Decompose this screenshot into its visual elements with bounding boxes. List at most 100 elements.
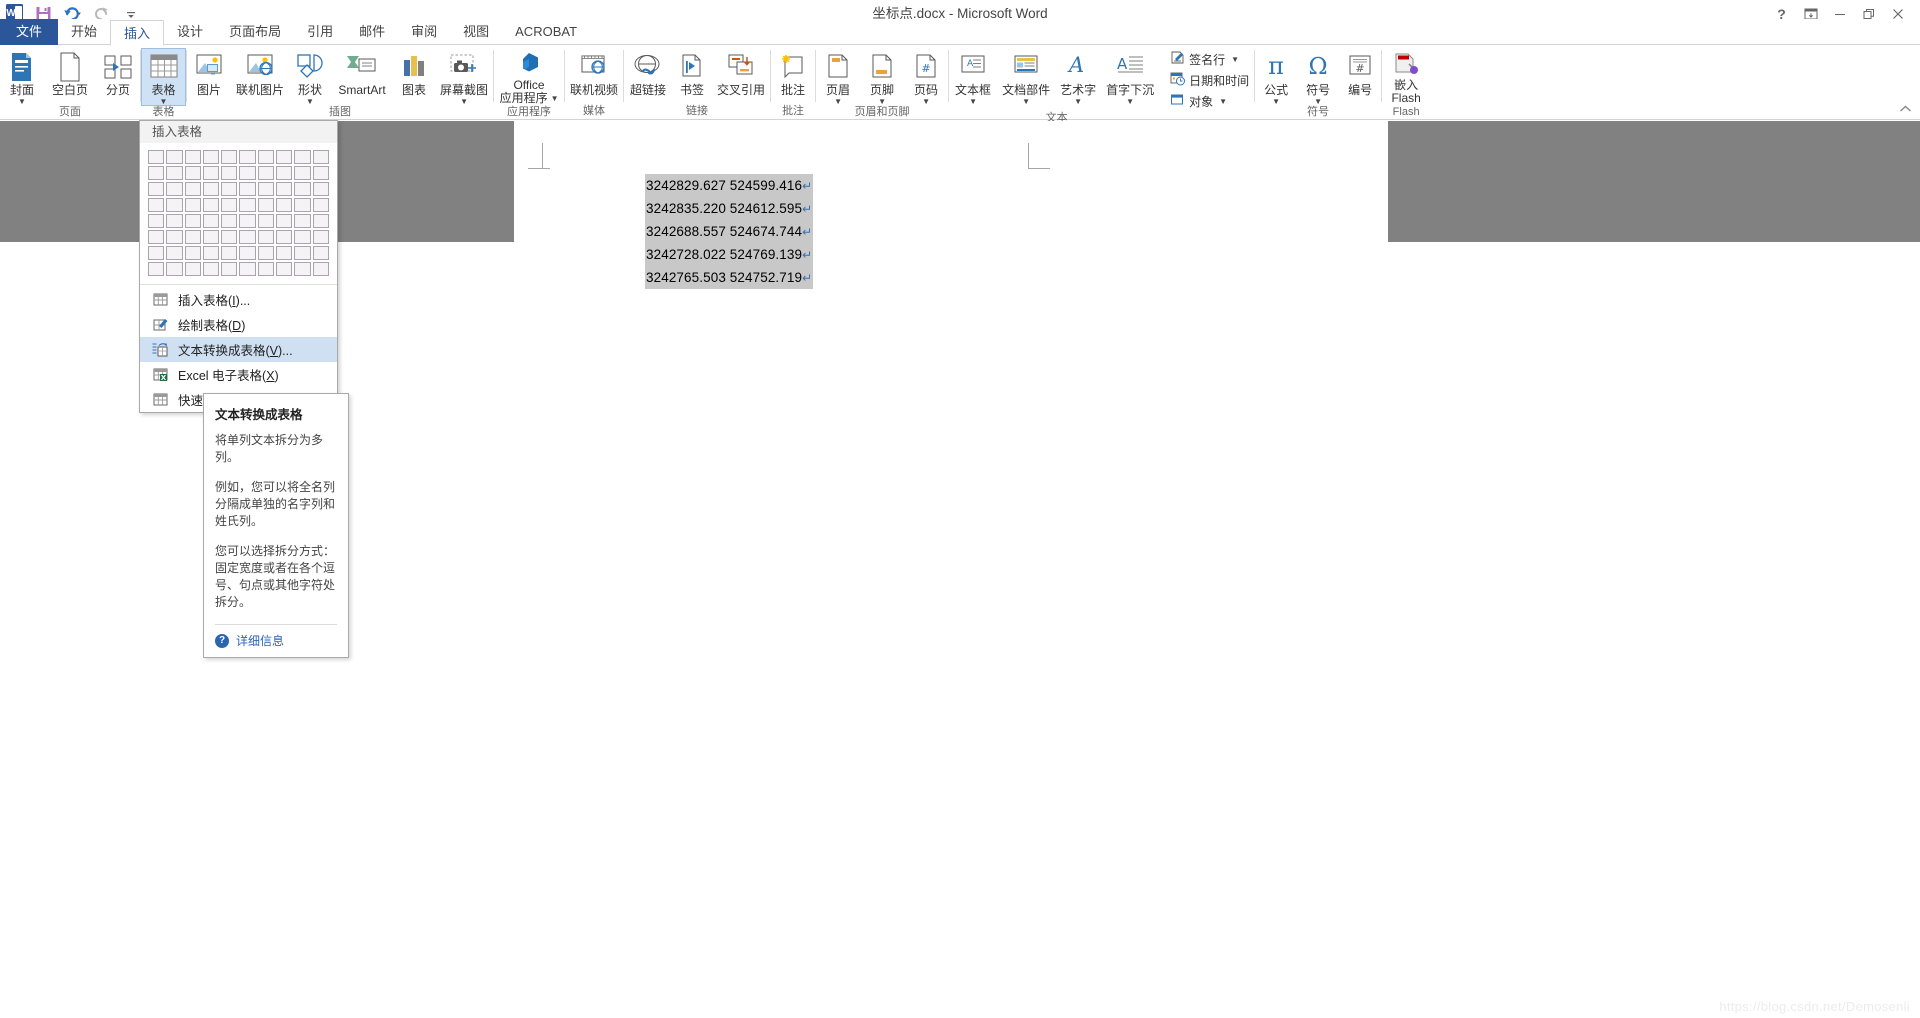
ribbon-tab-4[interactable]: 页面布局 <box>216 19 294 45</box>
table-grid-cell[interactable] <box>239 166 256 180</box>
table-size-grid-wrapper[interactable] <box>140 143 337 282</box>
chart-button[interactable]: 图表 <box>393 48 435 98</box>
table-grid-cell[interactable] <box>166 166 183 180</box>
online-pictures-button[interactable]: 联机图片 <box>231 48 289 98</box>
object-button[interactable]: 对象 ▼ <box>1165 91 1254 112</box>
chevron-down-icon[interactable]: ▼ <box>1074 98 1082 106</box>
table-grid-cell[interactable] <box>202 230 220 244</box>
header-button[interactable]: 页眉 ▼ <box>816 48 860 106</box>
chevron-down-icon[interactable]: ▼ <box>306 98 314 106</box>
table-menu-item-2[interactable]: 文本转换成表格(V)... <box>140 337 337 362</box>
table-grid-cell[interactable] <box>312 262 329 276</box>
cover-page-button[interactable]: 封面 ▼ <box>0 48 44 106</box>
table-grid-cell[interactable] <box>221 182 238 196</box>
table-grid-cell[interactable] <box>166 214 183 228</box>
document-text-selection[interactable]: 3242829.627 524599.416↵ 3242835.220 52461… <box>645 174 814 289</box>
ribbon-tab-6[interactable]: 邮件 <box>346 19 398 45</box>
table-grid-cell[interactable] <box>202 246 220 260</box>
table-grid-cell[interactable] <box>221 230 238 244</box>
table-grid-cell[interactable] <box>221 262 238 276</box>
pictures-button[interactable]: 图片 <box>187 48 231 98</box>
office-apps-button[interactable]: Office 应用程序 ▼ <box>494 48 564 106</box>
ribbon-tab-8[interactable]: 视图 <box>450 19 502 45</box>
table-button[interactable]: 表格 ▼ <box>141 48 186 106</box>
document-line-0[interactable]: 3242829.627 524599.416↵ <box>645 174 814 197</box>
embed-flash-button[interactable]: 嵌入 Flash <box>1382 48 1430 106</box>
chevron-down-icon[interactable]: ▼ <box>551 95 559 103</box>
footer-button[interactable]: 页脚 ▼ <box>860 48 904 106</box>
table-menu-item-0[interactable]: 插入表格(I)... <box>140 287 337 312</box>
table-grid-cell[interactable] <box>166 150 183 164</box>
document-line-3[interactable]: 3242728.022 524769.139↵ <box>645 243 814 266</box>
table-grid-cell[interactable] <box>312 214 329 228</box>
table-grid-cell[interactable] <box>184 198 201 212</box>
table-grid-cell[interactable] <box>312 246 329 260</box>
table-grid-cell[interactable] <box>294 246 311 260</box>
ribbon-tab-9[interactable]: ACROBAT <box>502 19 590 45</box>
table-grid-cell[interactable] <box>239 198 256 212</box>
table-grid-cell[interactable] <box>312 182 329 196</box>
equation-button[interactable]: π 公式 ▼ <box>1255 48 1297 106</box>
tooltip-more-info-link[interactable]: ? 详细信息 <box>215 632 337 649</box>
table-grid-cell[interactable] <box>294 166 311 180</box>
table-grid-cell[interactable] <box>257 166 275 180</box>
table-size-grid[interactable] <box>148 150 329 276</box>
number-button[interactable]: # 编号 <box>1339 48 1381 98</box>
table-grid-cell[interactable] <box>312 166 329 180</box>
page-number-button[interactable]: # 页码 ▼ <box>904 48 948 106</box>
text-box-button[interactable]: A 文本框 ▼ <box>949 48 997 106</box>
document-line-1[interactable]: 3242835.220 524612.595↵ <box>645 197 814 220</box>
table-grid-cell[interactable] <box>202 182 220 196</box>
table-grid-cell[interactable] <box>239 230 256 244</box>
table-grid-cell[interactable] <box>148 262 165 276</box>
table-grid-cell[interactable] <box>257 230 275 244</box>
table-grid-cell[interactable] <box>257 182 275 196</box>
chevron-down-icon[interactable]: ▼ <box>460 98 468 106</box>
table-grid-cell[interactable] <box>276 214 293 228</box>
table-grid-cell[interactable] <box>166 198 183 212</box>
table-grid-cell[interactable] <box>148 198 165 212</box>
chevron-down-icon[interactable]: ▼ <box>1022 98 1030 106</box>
table-grid-cell[interactable] <box>276 262 293 276</box>
table-grid-cell[interactable] <box>239 246 256 260</box>
wordart-button[interactable]: A 艺术字 ▼ <box>1055 48 1101 106</box>
cross-reference-button[interactable]: 交叉引用 <box>712 48 770 98</box>
shapes-button[interactable]: 形状 ▼ <box>289 48 331 106</box>
ribbon-tab-1[interactable]: 开始 <box>58 19 110 45</box>
hyperlink-button[interactable]: 超链接 <box>624 48 672 98</box>
table-grid-cell[interactable] <box>166 230 183 244</box>
table-grid-cell[interactable] <box>312 230 329 244</box>
document-line-4[interactable]: 3242765.503 524752.719↵ <box>645 266 814 289</box>
table-grid-cell[interactable] <box>239 150 256 164</box>
table-grid-cell[interactable] <box>276 166 293 180</box>
table-grid-cell[interactable] <box>184 214 201 228</box>
symbol-button[interactable]: Ω 符号 ▼ <box>1297 48 1339 106</box>
table-grid-cell[interactable] <box>221 198 238 212</box>
table-grid-cell[interactable] <box>202 150 220 164</box>
chevron-down-icon[interactable]: ▼ <box>1314 98 1322 106</box>
table-grid-cell[interactable] <box>276 182 293 196</box>
page-break-button[interactable]: 分页 <box>96 48 140 98</box>
table-grid-cell[interactable] <box>184 262 201 276</box>
ribbon-tab-0[interactable]: 文件 <box>0 19 59 45</box>
smartart-button[interactable]: SmartArt <box>331 48 393 98</box>
chevron-down-icon[interactable]: ▼ <box>1231 55 1239 64</box>
table-grid-cell[interactable] <box>202 198 220 212</box>
table-grid-cell[interactable] <box>276 246 293 260</box>
chevron-down-icon[interactable]: ▼ <box>1219 97 1227 106</box>
table-grid-cell[interactable] <box>257 246 275 260</box>
table-grid-cell[interactable] <box>221 166 238 180</box>
table-grid-cell[interactable] <box>221 246 238 260</box>
table-grid-cell[interactable] <box>148 166 165 180</box>
table-grid-cell[interactable] <box>294 262 311 276</box>
table-grid-cell[interactable] <box>184 150 201 164</box>
table-grid-cell[interactable] <box>148 214 165 228</box>
collapse-ribbon-button[interactable] <box>1899 104 1912 117</box>
table-grid-cell[interactable] <box>148 182 165 196</box>
table-grid-cell[interactable] <box>148 230 165 244</box>
chevron-down-icon[interactable]: ▼ <box>18 98 26 106</box>
table-grid-cell[interactable] <box>239 214 256 228</box>
screenshot-button[interactable]: 屏幕截图 ▼ <box>435 48 493 106</box>
table-grid-cell[interactable] <box>257 150 275 164</box>
table-grid-cell[interactable] <box>257 262 275 276</box>
